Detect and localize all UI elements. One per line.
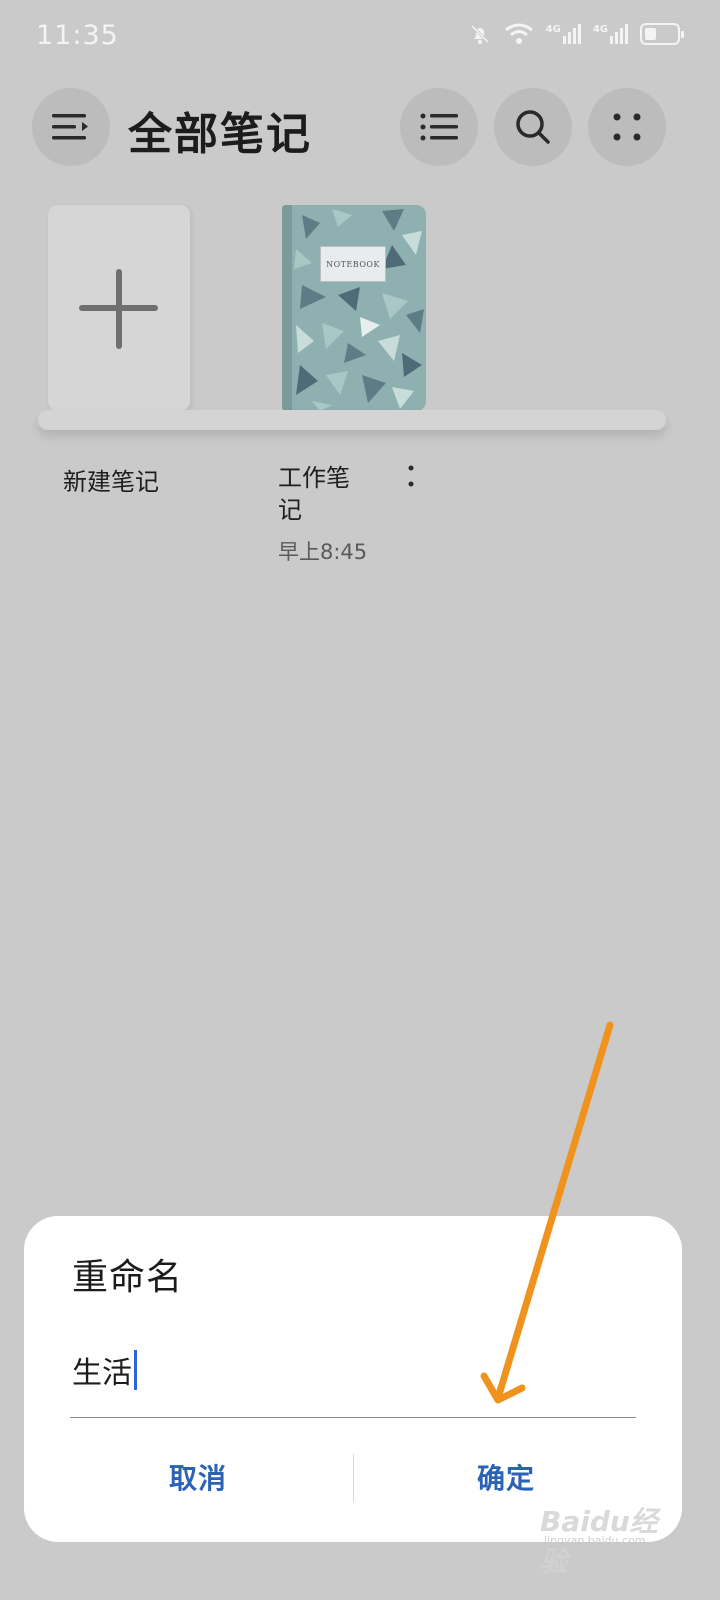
watermark: Baidu经验 jingyan.baidu.com <box>540 1505 658 1578</box>
annotation-arrow <box>480 1021 614 1404</box>
